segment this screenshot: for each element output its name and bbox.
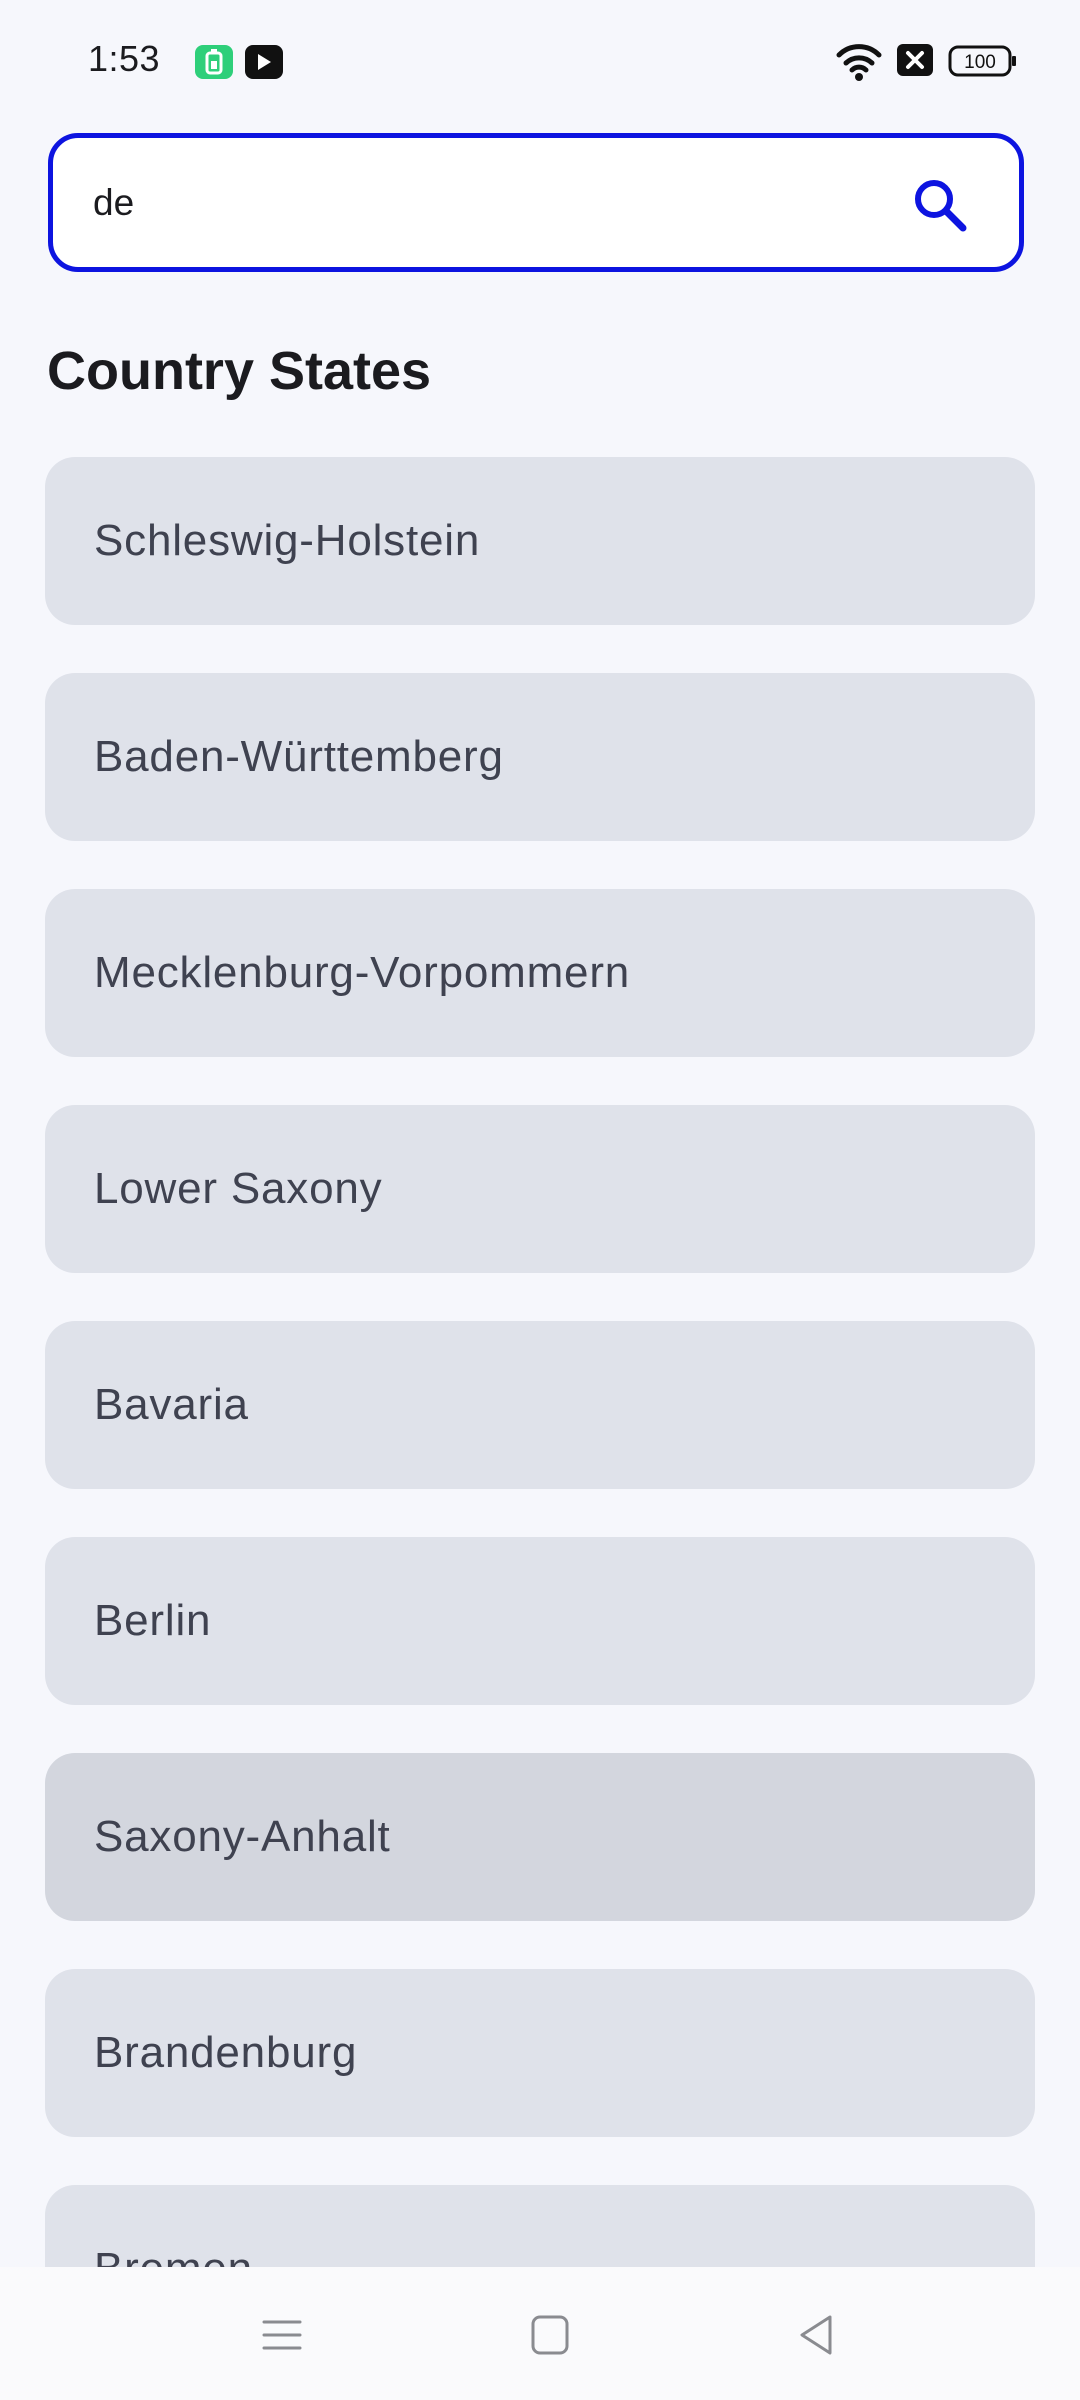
state-item[interactable]: Schleswig-Holstein bbox=[45, 457, 1035, 625]
state-list: Schleswig-Holstein Baden-Württemberg Mec… bbox=[45, 457, 1035, 2267]
page-title: Country States bbox=[47, 341, 432, 401]
state-label: Saxony-Anhalt bbox=[94, 1812, 391, 1861]
status-time: 1:53 bbox=[88, 38, 161, 79]
state-item[interactable]: Bremen bbox=[45, 2185, 1035, 2267]
state-label: Mecklenburg-Vorpommern bbox=[94, 948, 631, 997]
navigation-bar bbox=[0, 2267, 1080, 2400]
state-item[interactable]: Lower Saxony bbox=[45, 1105, 1035, 1273]
search-icon[interactable] bbox=[909, 174, 971, 236]
battery-icon: 100 bbox=[948, 42, 1018, 85]
screen: 1:53 100 de Country States Schleswig-Hol… bbox=[0, 0, 1080, 2400]
menu-icon[interactable] bbox=[252, 2305, 312, 2365]
state-item[interactable]: Berlin bbox=[45, 1537, 1035, 1705]
svg-text:100: 100 bbox=[964, 52, 996, 73]
state-item-pressed[interactable]: Saxony-Anhalt bbox=[45, 1753, 1035, 1921]
battery-saver-app-icon bbox=[195, 45, 233, 79]
state-item[interactable]: Baden-Württemberg bbox=[45, 673, 1035, 841]
state-label: Lower Saxony bbox=[94, 1164, 383, 1213]
back-icon[interactable] bbox=[786, 2305, 846, 2365]
state-label: Baden-Württemberg bbox=[94, 732, 504, 781]
state-label: Bavaria bbox=[94, 1380, 249, 1429]
state-label: Berlin bbox=[94, 1596, 212, 1645]
state-label: Schleswig-Holstein bbox=[94, 516, 481, 565]
search-input[interactable] bbox=[93, 168, 893, 238]
no-sim-icon bbox=[896, 42, 934, 83]
state-label: Brandenburg bbox=[94, 2028, 358, 2077]
wifi-icon bbox=[836, 42, 882, 87]
home-icon[interactable] bbox=[520, 2305, 580, 2365]
state-item[interactable]: Mecklenburg-Vorpommern bbox=[45, 889, 1035, 1057]
state-item[interactable]: Bavaria bbox=[45, 1321, 1035, 1489]
youtube-app-icon bbox=[245, 45, 283, 79]
state-label: Bremen bbox=[94, 2185, 253, 2267]
status-bar: 1:53 100 bbox=[0, 0, 1080, 124]
search-box bbox=[48, 133, 1024, 272]
state-item[interactable]: Brandenburg bbox=[45, 1969, 1035, 2137]
